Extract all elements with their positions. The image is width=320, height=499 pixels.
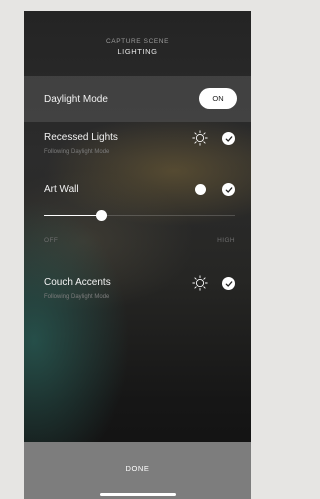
brightness-dot-icon xyxy=(195,184,206,195)
light-sublabel: Following Daylight Mode xyxy=(44,149,110,155)
daylight-mode-row: Daylight Mode ON xyxy=(24,76,251,122)
light-sublabel: Following Daylight Mode xyxy=(44,294,110,300)
light-label: Art Wall xyxy=(44,184,79,195)
home-indicator xyxy=(100,493,176,496)
header-subtitle: CAPTURE SCENE xyxy=(105,38,170,45)
done-label: DONE xyxy=(125,464,150,473)
phone-screen: CAPTURE SCENE LIGHTING Daylight Mode ON … xyxy=(24,11,251,499)
done-button[interactable]: DONE xyxy=(24,442,251,499)
sun-icon[interactable] xyxy=(192,275,208,291)
slider-fill xyxy=(44,215,102,216)
slider-max-label: HIGH xyxy=(217,237,235,244)
light-label: Recessed Lights xyxy=(44,132,118,143)
slider-min-label: OFF xyxy=(44,237,59,244)
brightness-slider[interactable] xyxy=(44,210,235,221)
header: CAPTURE SCENE LIGHTING xyxy=(24,38,251,56)
daylight-mode-label: Daylight Mode xyxy=(44,94,108,105)
sun-icon[interactable] xyxy=(192,130,208,146)
checkmark-icon[interactable] xyxy=(222,183,235,196)
checkmark-icon[interactable] xyxy=(222,277,235,290)
checkmark-icon[interactable] xyxy=(222,132,235,145)
daylight-mode-toggle[interactable]: ON xyxy=(199,88,237,109)
light-label: Couch Accents xyxy=(44,277,111,288)
header-title: LIGHTING xyxy=(117,47,158,56)
slider-thumb[interactable] xyxy=(96,210,108,221)
